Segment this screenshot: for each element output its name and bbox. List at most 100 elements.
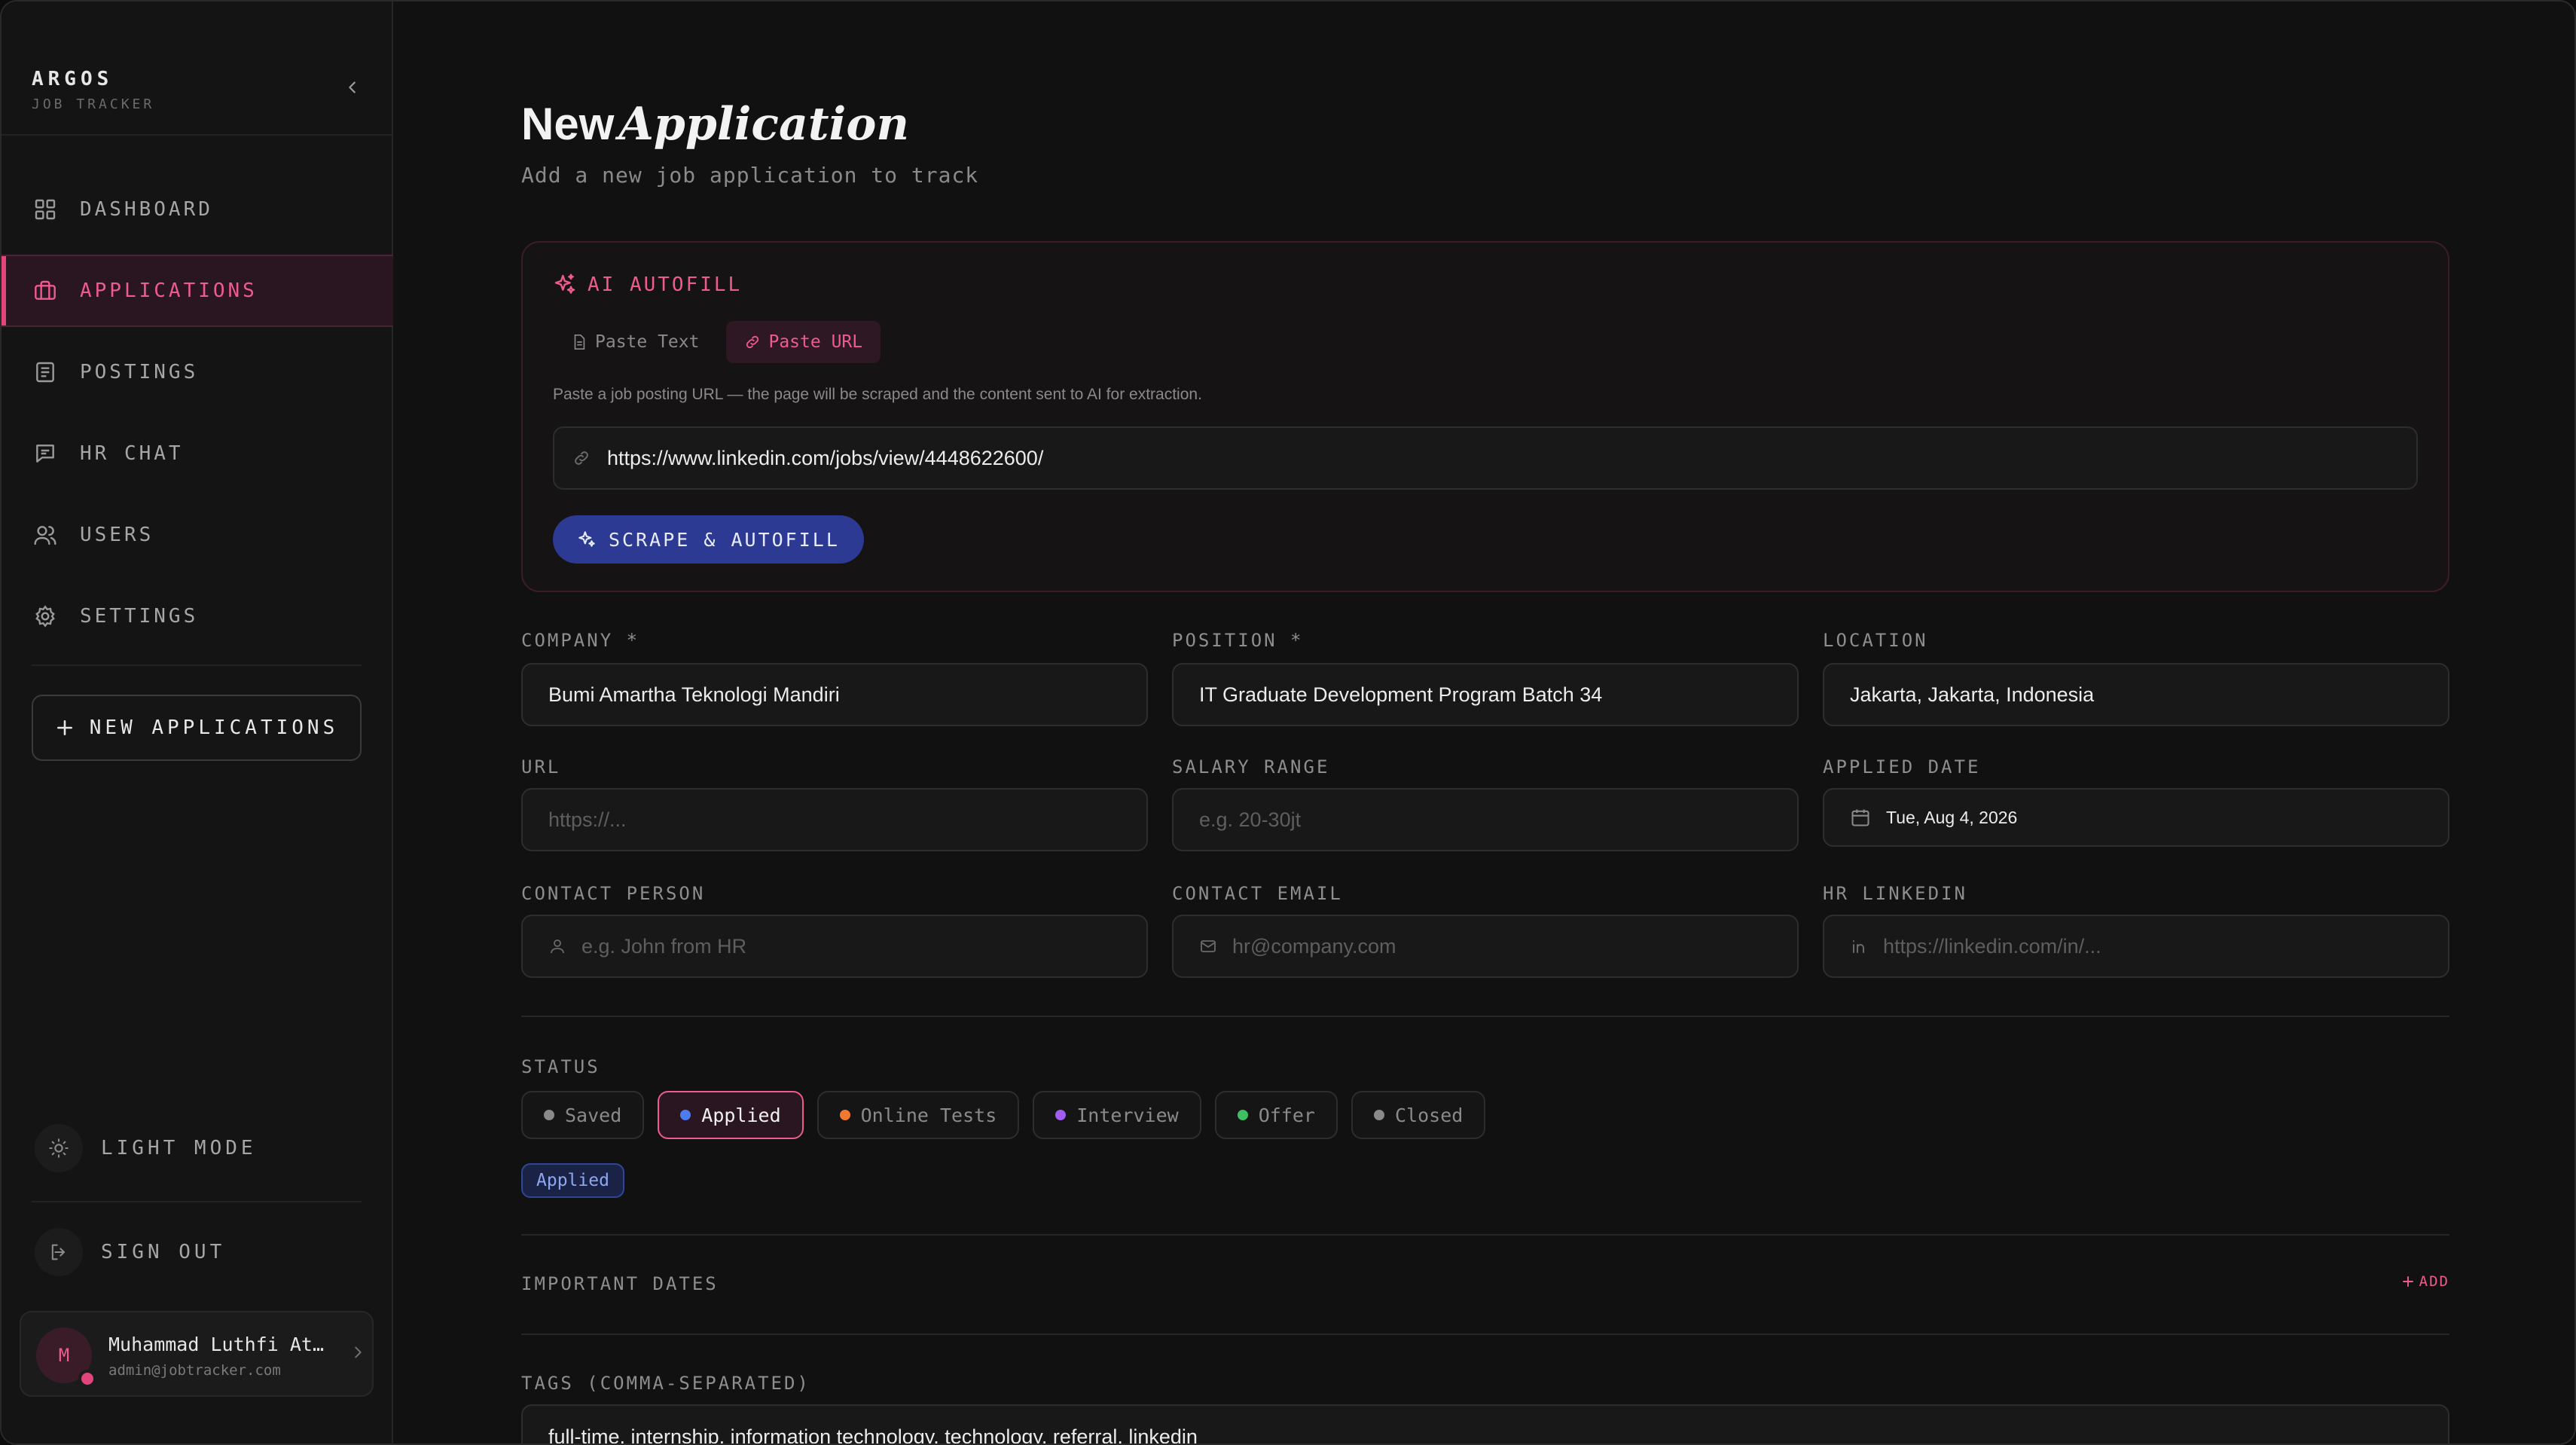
hr-linkedin-label: HR LINKEDIN [1823, 883, 1967, 904]
ai-autofill-title: AI AUTOFILL [588, 273, 743, 296]
sparkles-icon [554, 273, 575, 294]
sidebar-item-label: HR CHAT [80, 442, 184, 465]
link-icon [575, 451, 588, 465]
collapse-sidebar-button[interactable] [339, 74, 366, 101]
hr-linkedin-placeholder: https://linkedin.com/in/... [1883, 934, 2101, 958]
status-dot [1055, 1110, 1067, 1120]
tab-label: Paste Text [595, 332, 700, 352]
user-icon [548, 937, 566, 955]
section-divider [521, 1333, 2449, 1335]
sidebar-item-label: APPLICATIONS [80, 280, 258, 302]
status-dot [839, 1110, 850, 1120]
contact-person-label: CONTACT PERSON [521, 883, 706, 904]
ai-autofill-card: AI AUTOFILL Paste Text Paste URL Paste a… [521, 241, 2449, 592]
location-label: LOCATION [1823, 630, 1928, 651]
tab-paste-text[interactable]: Paste Text [553, 321, 717, 363]
tab-paste-url[interactable]: Paste URL [726, 321, 881, 363]
sidebar-item-hr-chat[interactable]: HR CHAT [2, 417, 393, 490]
sidebar-nav: DASHBOARD APPLICATIONS POSTINGS HR CHAT [2, 173, 393, 661]
brand-title: ARGOS [32, 68, 114, 90]
position-input[interactable]: IT Graduate Development Program Batch 34 [1172, 663, 1799, 726]
position-label: POSITION * [1172, 630, 1304, 651]
sign-out-button[interactable]: SIGN OUT [35, 1225, 363, 1279]
sidebar-item-label: USERS [80, 524, 154, 546]
section-divider [521, 1234, 2449, 1236]
status-option-interview[interactable]: Interview [1033, 1091, 1201, 1139]
status-option-closed[interactable]: Closed [1351, 1091, 1486, 1139]
salary-range-placeholder: e.g. 20-30jt [1199, 808, 1302, 831]
tags-input[interactable]: full-time, internship, information techn… [521, 1404, 2449, 1445]
company-input[interactable]: Bumi Amartha Teknologi Mandiri [521, 663, 1148, 726]
scrape-autofill-label: SCRAPE & AUTOFILL [609, 528, 840, 551]
company-value: Bumi Amartha Teknologi Mandiri [548, 683, 840, 706]
chat-icon [32, 440, 59, 467]
contact-email-input[interactable]: hr@company.com [1172, 915, 1799, 978]
status-dot [680, 1110, 691, 1120]
ai-autofill-hint: Paste a job posting URL — the page will … [553, 386, 1202, 403]
tags-value: full-time, internship, information techn… [548, 1425, 1198, 1445]
sidebar-divider [2, 134, 393, 136]
contact-person-input[interactable]: e.g. John from HR [521, 915, 1148, 978]
user-profile-card[interactable]: M Muhammad Luthfi At... admin@jobtracker… [20, 1311, 374, 1397]
chevron-right-icon [355, 1346, 362, 1358]
brand-subtitle: JOB TRACKER [32, 96, 155, 112]
calendar-icon [1850, 807, 1871, 828]
users-icon [32, 521, 59, 548]
ai-autofill-heading: AI AUTOFILL [553, 273, 742, 297]
sidebar: ARGOS JOB TRACKER DASHBOARD APPLICATIONS [2, 2, 393, 1443]
important-dates-label: IMPORTANT DATES [521, 1273, 719, 1294]
company-label: COMPANY * [521, 630, 640, 651]
app-window: ARGOS JOB TRACKER DASHBOARD APPLICATIONS [0, 0, 2576, 1445]
file-text-icon [574, 335, 585, 350]
brand: ARGOS JOB TRACKER [32, 68, 154, 112]
grid-icon [32, 196, 59, 223]
hr-linkedin-input[interactable]: https://linkedin.com/in/... [1823, 915, 2449, 978]
sidebar-item-postings[interactable]: POSTINGS [2, 336, 393, 408]
url-label: URL [521, 756, 561, 777]
new-application-label: NEW APPLICATIONS [89, 716, 339, 739]
status-option-label: Offer [1258, 1104, 1315, 1126]
link-icon [746, 335, 759, 349]
status-dot [544, 1110, 554, 1120]
applied-date-picker[interactable]: Tue, Aug 4, 2026 [1823, 788, 2449, 847]
applied-date-value: Tue, Aug 4, 2026 [1886, 807, 2018, 827]
plus-icon [2402, 1276, 2413, 1287]
job-url-value: https://www.linkedin.com/jobs/view/44486… [607, 446, 1044, 469]
light-mode-label: LIGHT MODE [101, 1137, 257, 1159]
sidebar-item-users[interactable]: USERS [2, 499, 393, 571]
briefcase-icon [32, 277, 59, 304]
sidebar-item-settings[interactable]: SETTINGS [2, 580, 393, 652]
add-important-date-button[interactable]: ADD [2401, 1273, 2449, 1290]
status-badge: Applied [521, 1163, 624, 1198]
sidebar-item-applications[interactable]: APPLICATIONS [2, 255, 393, 327]
status-option-saved[interactable]: Saved [521, 1091, 645, 1139]
status-badge-label: Applied [536, 1171, 609, 1190]
salary-range-label: SALARY RANGE [1172, 756, 1330, 777]
job-url-input[interactable]: https://www.linkedin.com/jobs/view/44486… [553, 426, 2418, 490]
status-dot [1373, 1110, 1384, 1120]
linkedin-icon [1850, 937, 1868, 955]
location-input[interactable]: Jakarta, Jakarta, Indonesia [1823, 663, 2449, 726]
section-divider [521, 1016, 2449, 1017]
sidebar-item-dashboard[interactable]: DASHBOARD [2, 173, 393, 246]
user-name: Muhammad Luthfi At... [108, 1333, 334, 1355]
status-option-label: Saved [565, 1104, 622, 1126]
sidebar-item-label: SETTINGS [80, 605, 199, 628]
tab-label: Paste URL [768, 332, 863, 352]
sign-out-label: SIGN OUT [101, 1241, 226, 1263]
page-subtitle: Add a new job application to track [521, 163, 979, 188]
status-option-online-tests[interactable]: Online Tests [816, 1091, 1020, 1139]
url-input[interactable]: https://... [521, 788, 1148, 851]
online-status-dot [78, 1370, 96, 1388]
scrape-autofill-button[interactable]: SCRAPE & AUTOFILL [553, 515, 864, 564]
status-option-label: Closed [1394, 1104, 1463, 1126]
status-option-applied[interactable]: Applied [658, 1091, 804, 1139]
new-application-button[interactable]: NEW APPLICATIONS [32, 695, 362, 761]
light-mode-toggle[interactable]: LIGHT MODE [35, 1121, 363, 1175]
document-icon [32, 359, 59, 386]
status-option-offer[interactable]: Offer [1214, 1091, 1338, 1139]
status-options: Saved Applied Online Tests Interview Off… [521, 1091, 1499, 1139]
sun-icon [35, 1124, 83, 1172]
add-label: ADD [2419, 1273, 2449, 1290]
salary-range-input[interactable]: e.g. 20-30jt [1172, 788, 1799, 851]
